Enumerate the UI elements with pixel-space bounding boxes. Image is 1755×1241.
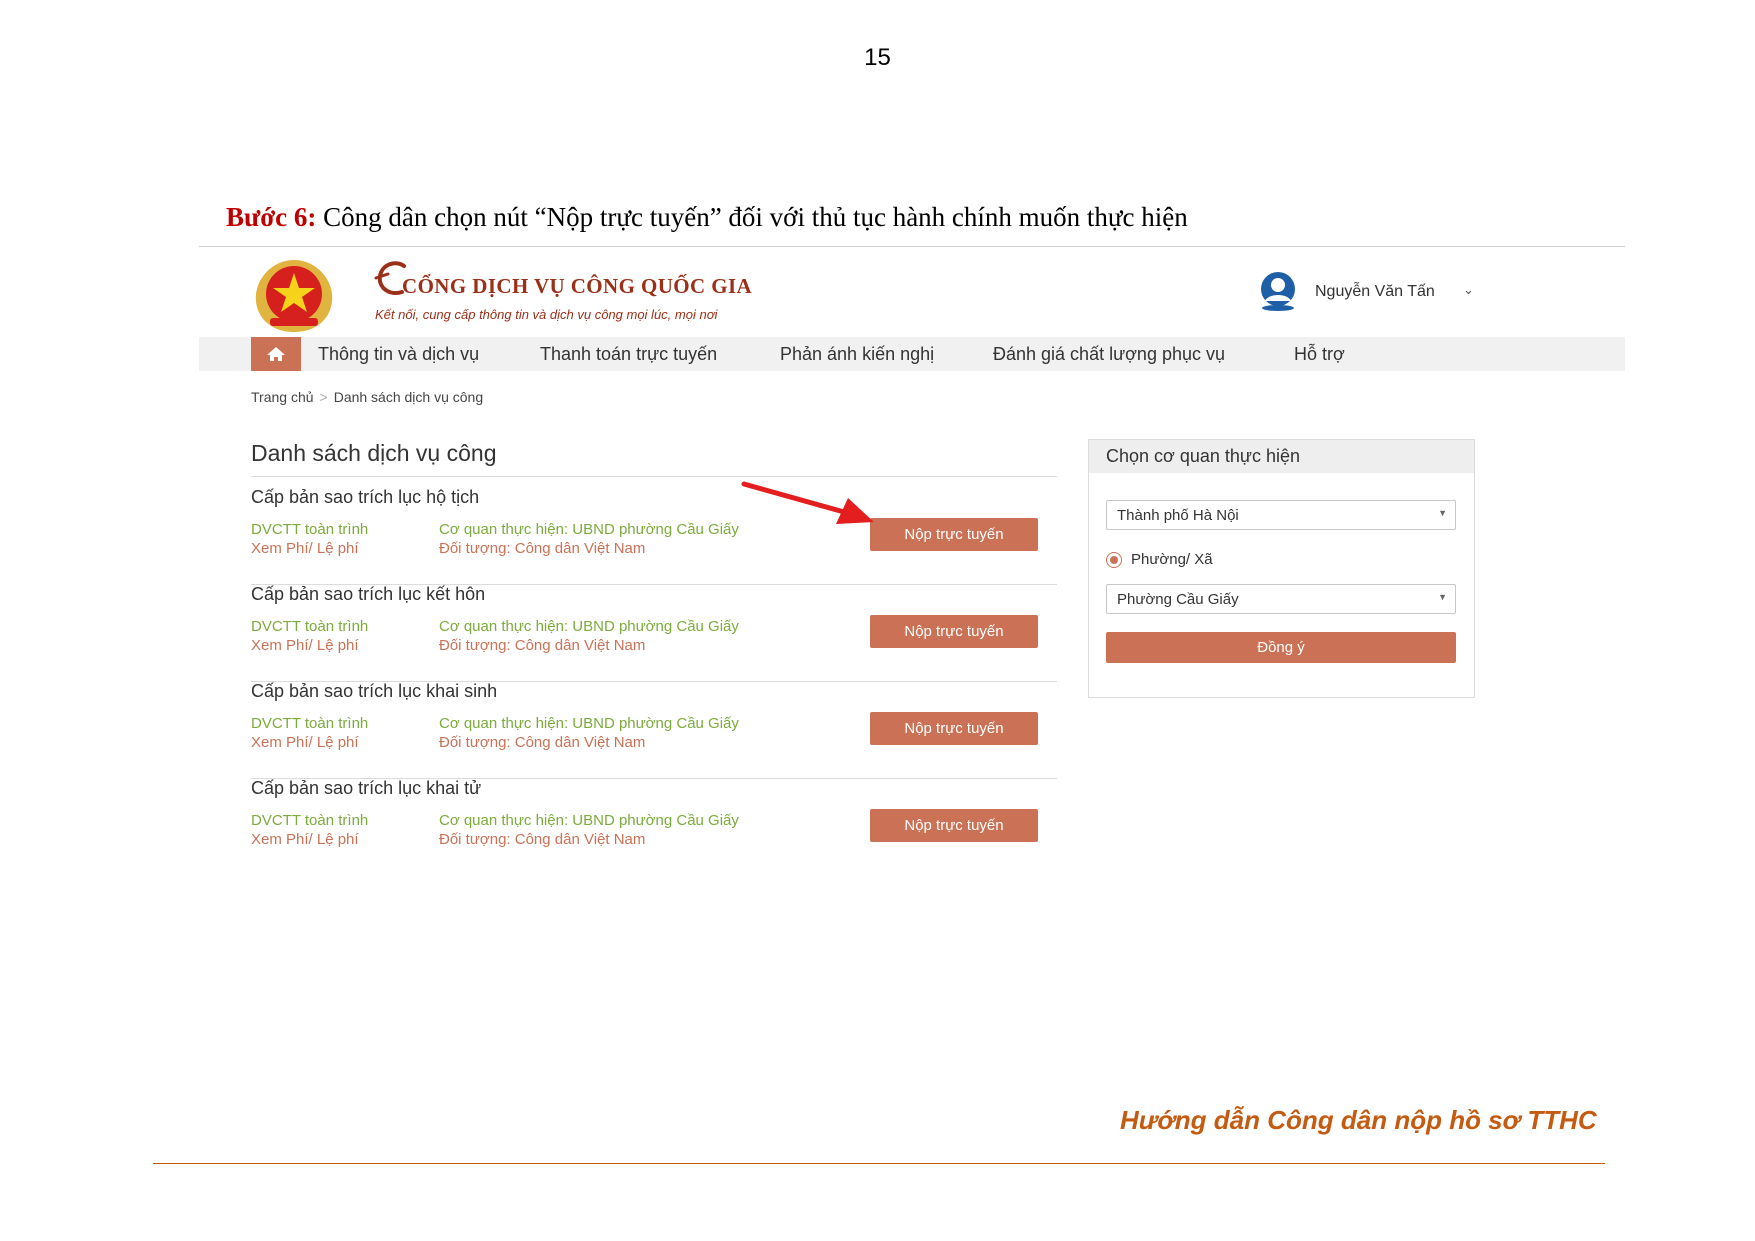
user-name[interactable]: Nguyễn Văn Tấn [1315, 283, 1435, 301]
breadcrumb-current: Danh sách dịch vụ công [333, 389, 484, 405]
service-name[interactable]: Cấp bản sao trích lục kết hôn [251, 584, 485, 605]
step-label: Bước 6: [226, 202, 317, 232]
service-type: DVCTT toàn trình [251, 715, 369, 732]
service-item: Cấp bản sao trích lục khai sinh DVCTT to… [251, 681, 1057, 779]
panel-title: Chọn cơ quan thực hiện [1106, 446, 1300, 466]
brand-tagline: Kết nối, cung cấp thông tin và dịch vụ c… [375, 307, 718, 322]
nav-item-info-services[interactable]: Thông tin và dịch vụ [318, 344, 479, 365]
select-caret-icon: ▼ [1438, 592, 1447, 602]
nav-item-support[interactable]: Hỗ trợ [1294, 344, 1345, 365]
national-emblem-icon [255, 260, 333, 332]
service-target: Đối tượng: Công dân Việt Nam [439, 540, 646, 557]
submit-online-button[interactable]: Nộp trực tuyến [870, 712, 1038, 745]
fee-link[interactable]: Xem Phí/ Lệ phí [251, 734, 359, 751]
service-item: Cấp bản sao trích lục hộ tịch DVCTT toàn… [251, 487, 1057, 585]
user-avatar-icon[interactable] [1255, 271, 1301, 311]
fee-link[interactable]: Xem Phí/ Lệ phí [251, 831, 359, 848]
service-type: DVCTT toàn trình [251, 521, 369, 538]
nav-item-feedback[interactable]: Phản ánh kiến nghị [780, 344, 934, 365]
service-type: DVCTT toàn trình [251, 618, 369, 635]
page-number: 15 [864, 44, 891, 71]
service-item: Cấp bản sao trích lục khai tử DVCTT toàn… [251, 778, 1057, 875]
service-agency: Cơ quan thực hiện: UBND phường Cầu Giấy [439, 812, 739, 829]
confirm-button[interactable]: Đồng ý [1106, 632, 1456, 663]
submit-online-button[interactable]: Nộp trực tuyến [870, 615, 1038, 648]
fee-link[interactable]: Xem Phí/ Lệ phí [251, 637, 359, 654]
service-agency: Cơ quan thực hiện: UBND phường Cầu Giấy [439, 618, 739, 635]
radio-selected-dot [1110, 556, 1118, 564]
select-caret-icon: ▼ [1438, 508, 1447, 518]
breadcrumb-separator: > [319, 389, 328, 405]
ward-select[interactable]: Phường Cầu Giấy ▼ [1106, 584, 1456, 614]
service-name[interactable]: Cấp bản sao trích lục hộ tịch [251, 487, 479, 508]
footer-title: Hướng dẫn Công dân nộp hồ sơ TTHC [1120, 1105, 1597, 1135]
service-target: Đối tượng: Công dân Việt Nam [439, 831, 646, 848]
breadcrumb: Trang chủ > Danh sách dịch vụ công [251, 389, 483, 405]
service-type: DVCTT toàn trình [251, 812, 369, 829]
service-agency: Cơ quan thực hiện: UBND phường Cầu Giấy [439, 715, 739, 732]
radio-icon[interactable] [1106, 552, 1122, 568]
step-text: Công dân chọn nút “Nộp trực tuyến” đối v… [316, 202, 1188, 232]
agency-selector-panel: Chọn cơ quan thực hiện Thành phố Hà Nội … [1088, 439, 1475, 698]
submit-online-button[interactable]: Nộp trực tuyến [870, 809, 1038, 842]
fee-link[interactable]: Xem Phí/ Lệ phí [251, 540, 359, 557]
service-target: Đối tượng: Công dân Việt Nam [439, 637, 646, 654]
panel-header: Chọn cơ quan thực hiện [1089, 440, 1474, 473]
screenshot-top-divider [199, 246, 1625, 247]
city-select[interactable]: Thành phố Hà Nội ▼ [1106, 500, 1456, 530]
service-item: Cấp bản sao trích lục kết hôn DVCTT toàn… [251, 584, 1057, 682]
main-nav: Thông tin và dịch vụ Thanh toán trực tuy… [199, 337, 1625, 371]
brand-title[interactable]: CỔNG DỊCH VỤ CÔNG QUỐC GIA [402, 274, 752, 299]
ward-select-value: Phường Cầu Giấy [1117, 591, 1239, 608]
service-agency: Cơ quan thực hiện: UBND phường Cầu Giấy [439, 521, 739, 538]
city-select-value: Thành phố Hà Nội [1117, 507, 1239, 524]
list-title: Danh sách dịch vụ công [251, 440, 497, 466]
footer-divider [153, 1163, 1605, 1164]
list-title-divider [251, 476, 1057, 477]
home-icon [267, 347, 285, 361]
service-name[interactable]: Cấp bản sao trích lục khai sinh [251, 681, 497, 702]
nav-item-online-payment[interactable]: Thanh toán trực tuyến [540, 344, 717, 365]
service-target: Đối tượng: Công dân Việt Nam [439, 734, 646, 751]
step-heading: Bước 6: Công dân chọn nút “Nộp trực tuyế… [226, 202, 1188, 233]
red-arrow-icon [741, 481, 874, 524]
chevron-down-icon[interactable]: ⌄ [1463, 282, 1474, 298]
nav-item-service-rating[interactable]: Đánh giá chất lượng phục vụ [993, 344, 1225, 365]
service-name[interactable]: Cấp bản sao trích lục khai tử [251, 778, 481, 799]
breadcrumb-home[interactable]: Trang chủ [251, 389, 314, 405]
home-button[interactable] [251, 337, 301, 371]
ward-level-radio-label[interactable]: Phường/ Xã [1131, 551, 1213, 568]
submit-online-button[interactable]: Nộp trực tuyến [870, 518, 1038, 551]
